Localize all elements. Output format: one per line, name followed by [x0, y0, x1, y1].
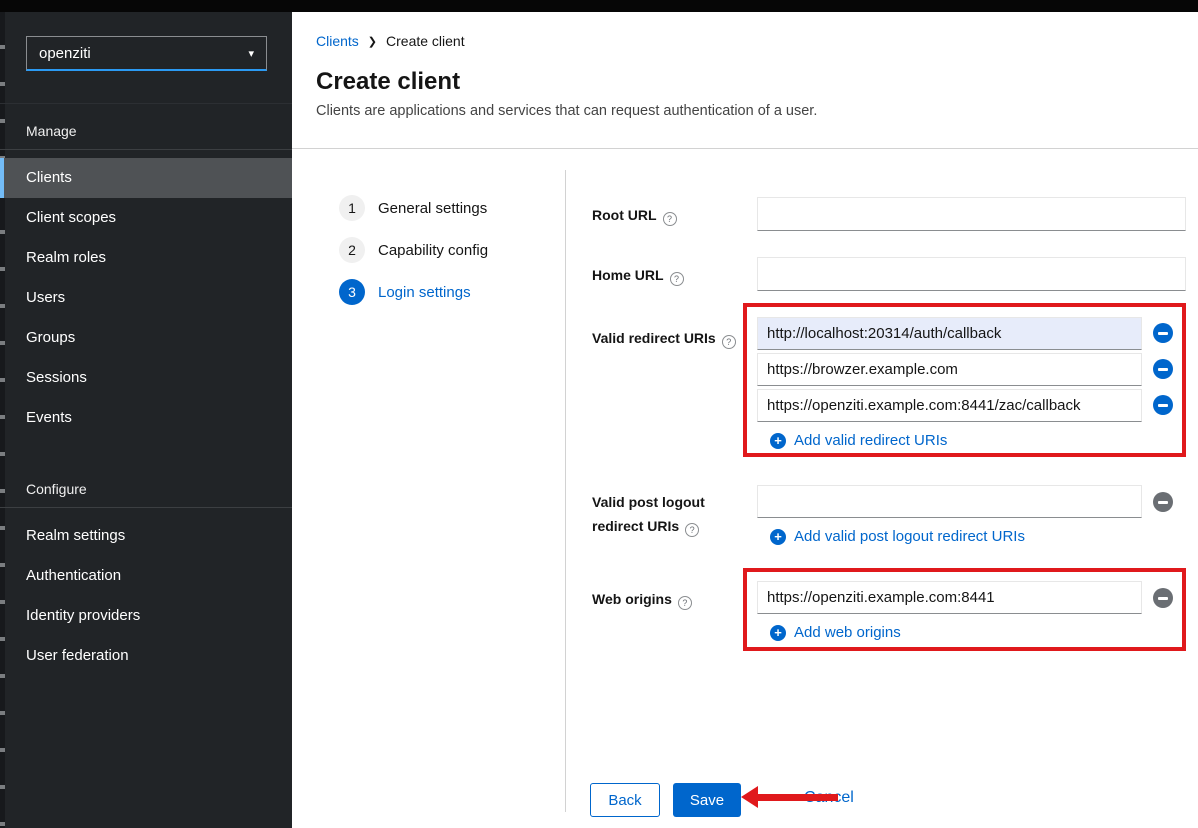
web-origins-label: Web origins?	[592, 587, 692, 611]
wizard-step-capability-config[interactable]: 2 Capability config	[339, 237, 488, 263]
save-button[interactable]: Save	[673, 783, 741, 817]
help-icon[interactable]: ?	[685, 523, 699, 537]
remove-redirect-uri-button-2[interactable]	[1153, 359, 1173, 379]
root-url-input[interactable]	[757, 197, 1186, 231]
valid-redirect-uri-input-3[interactable]	[757, 389, 1142, 422]
divider	[0, 149, 292, 150]
main-content: Clients ❯ Create client Create client Cl…	[292, 12, 1198, 828]
minus-icon	[1158, 404, 1168, 407]
sidebar-item-realm-roles[interactable]: Realm roles	[0, 238, 292, 278]
sidebar-item-realm-settings[interactable]: Realm settings	[0, 516, 292, 556]
minus-icon	[1158, 368, 1168, 371]
nav-section-configure: Configure	[26, 481, 87, 497]
web-origins-input[interactable]	[757, 581, 1142, 614]
wizard-step-label: General settings	[378, 200, 487, 217]
chevron-down-icon: ▾	[248, 47, 254, 60]
sidebar-item-user-federation[interactable]: User federation	[0, 636, 292, 676]
minus-icon	[1158, 501, 1168, 504]
plus-icon: +	[770, 625, 786, 641]
valid-post-logout-redirect-uri-input[interactable]	[757, 485, 1142, 518]
add-valid-post-logout-redirect-uris-link[interactable]: + Add valid post logout redirect URIs	[770, 528, 1025, 545]
remove-post-logout-uri-button[interactable]	[1153, 492, 1173, 512]
sidebar: openziti ▾ Manage Clients Client scopes …	[0, 12, 292, 828]
add-valid-redirect-uris-link[interactable]: + Add valid redirect URIs	[770, 432, 947, 449]
chevron-right-icon: ❯	[368, 35, 377, 48]
breadcrumb: Clients ❯ Create client	[316, 33, 465, 49]
valid-redirect-uri-input-2[interactable]	[757, 353, 1142, 386]
minus-icon	[1158, 332, 1168, 335]
breadcrumb-current: Create client	[386, 33, 465, 49]
add-web-origins-link[interactable]: + Add web origins	[770, 624, 901, 641]
home-url-label: Home URL?	[592, 263, 684, 287]
plus-icon: +	[770, 529, 786, 545]
step-number-badge: 1	[339, 195, 365, 221]
cancel-link[interactable]: Cancel	[804, 789, 854, 807]
valid-redirect-uri-input-1[interactable]	[757, 317, 1142, 350]
help-icon[interactable]: ?	[678, 596, 692, 610]
wizard-step-login-settings[interactable]: 3 Login settings	[339, 279, 471, 305]
realm-selector[interactable]: openziti ▾	[26, 36, 267, 71]
remove-web-origin-button[interactable]	[1153, 588, 1173, 608]
sidebar-item-users[interactable]: Users	[0, 278, 292, 318]
home-url-input[interactable]	[757, 257, 1186, 291]
wizard-divider	[565, 170, 566, 812]
sidebar-item-client-scopes[interactable]: Client scopes	[0, 198, 292, 238]
realm-selector-value: openziti	[39, 45, 91, 62]
step-number-badge: 3	[339, 279, 365, 305]
remove-redirect-uri-button-3[interactable]	[1153, 395, 1173, 415]
divider	[292, 148, 1198, 149]
wizard-step-label: Login settings	[378, 284, 471, 301]
back-button[interactable]: Back	[590, 783, 660, 817]
sidebar-item-clients[interactable]: Clients	[0, 158, 292, 198]
sidebar-item-events[interactable]: Events	[0, 398, 292, 438]
step-number-badge: 2	[339, 237, 365, 263]
wizard-step-general-settings[interactable]: 1 General settings	[339, 195, 487, 221]
valid-post-logout-redirect-uris-label: Valid post logout redirect URIs?	[592, 490, 750, 538]
sidebar-divider	[0, 103, 292, 104]
page-title: Create client	[316, 68, 460, 96]
help-icon[interactable]: ?	[663, 212, 677, 226]
root-url-label: Root URL?	[592, 203, 677, 227]
sidebar-item-authentication[interactable]: Authentication	[0, 556, 292, 596]
page-subtitle: Clients are applications and services th…	[316, 103, 817, 119]
wizard-step-label: Capability config	[378, 242, 488, 259]
valid-redirect-uris-label: Valid redirect URIs?	[592, 326, 736, 350]
nav-section-manage: Manage	[26, 123, 77, 139]
help-icon[interactable]: ?	[670, 272, 684, 286]
remove-redirect-uri-button-1[interactable]	[1153, 323, 1173, 343]
sidebar-item-identity-providers[interactable]: Identity providers	[0, 596, 292, 636]
keycloak-admin-console: openziti ▾ Manage Clients Client scopes …	[0, 0, 1198, 828]
top-black-bar	[0, 0, 1198, 12]
breadcrumb-clients-link[interactable]: Clients	[316, 33, 359, 49]
divider	[0, 507, 292, 508]
sidebar-item-groups[interactable]: Groups	[0, 318, 292, 358]
plus-icon: +	[770, 433, 786, 449]
minus-icon	[1158, 597, 1168, 600]
help-icon[interactable]: ?	[722, 335, 736, 349]
sidebar-item-sessions[interactable]: Sessions	[0, 358, 292, 398]
